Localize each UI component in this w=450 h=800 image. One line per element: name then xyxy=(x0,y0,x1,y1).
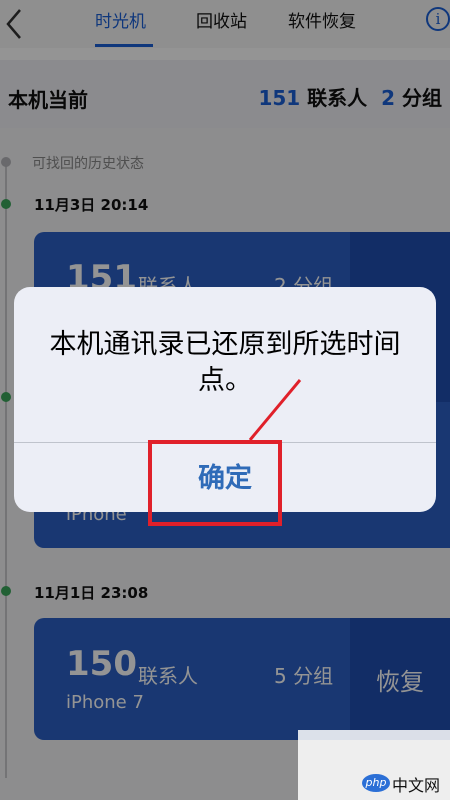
watermark-text: 中文网 xyxy=(392,776,441,795)
highlight-box xyxy=(148,440,282,526)
alert-message: 本机通讯录已还原到所选时间点。 xyxy=(49,329,401,396)
php-logo: php xyxy=(362,774,390,792)
